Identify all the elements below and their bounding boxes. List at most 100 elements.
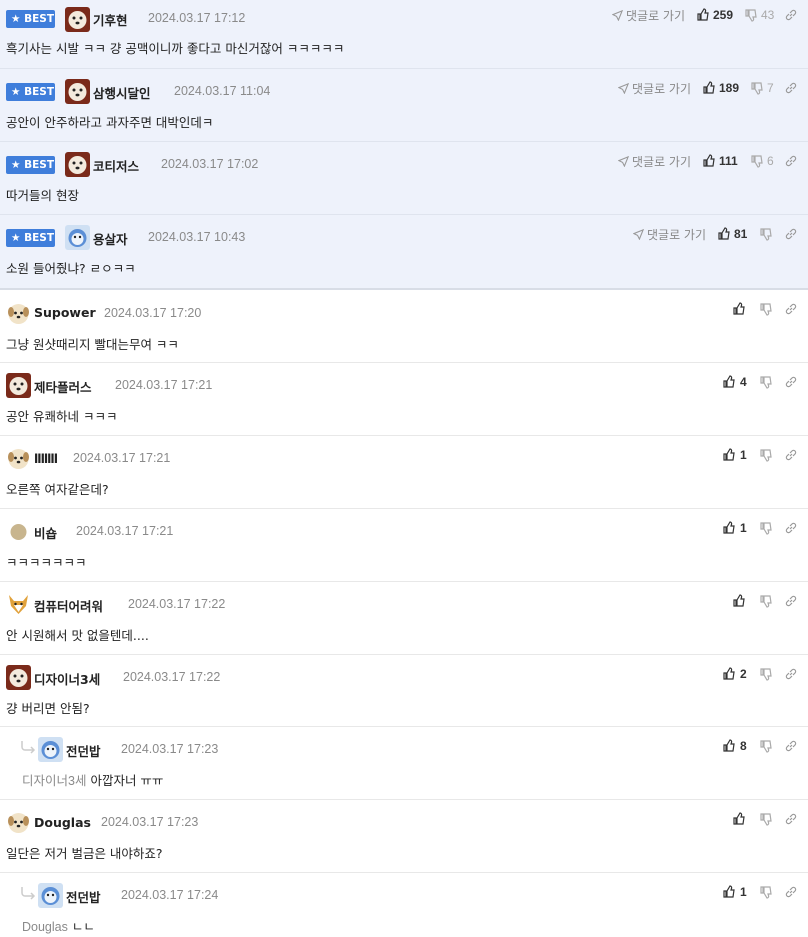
comment-author[interactable]: 코티저스 <box>93 156 139 175</box>
thumbs-up-icon[interactable] <box>722 739 736 753</box>
best-badge: ★ BEST <box>6 10 55 28</box>
like-count: 111 <box>719 154 738 168</box>
thumbs-up-icon[interactable] <box>722 375 736 389</box>
reply-comment: 전던밥 2024.03.17 17:23 8 디자이너3세 아깝자너 ㅠㅠ <box>0 727 808 800</box>
comment-author[interactable]: 비숍 <box>34 523 57 542</box>
thumbs-up-icon[interactable] <box>696 8 710 22</box>
comment-date: 2024.03.17 17:21 <box>73 451 171 465</box>
comment-date: 2024.03.17 11:04 <box>174 84 271 98</box>
like-count: 259 <box>713 8 734 22</box>
puppy-red-avatar <box>65 79 90 104</box>
comment: Supower 2024.03.17 17:20 그냥 원샷때리지 빨대는무여 … <box>0 290 808 363</box>
comment-author[interactable]: 삼행시달인 <box>93 83 151 102</box>
thumbs-up-icon[interactable] <box>717 227 731 241</box>
comment-text: 오른쪽 여자같은데? <box>6 482 109 497</box>
thumbs-down-icon[interactable] <box>759 594 773 608</box>
thumbs-down-icon[interactable] <box>759 302 773 316</box>
bear-blue-avatar <box>38 883 63 908</box>
link-icon[interactable] <box>784 667 798 681</box>
comment-author[interactable]: lllllll <box>34 451 58 466</box>
like-count: 81 <box>734 227 748 241</box>
comment-text: 걍 버리면 안됨? <box>6 701 90 716</box>
thumbs-down-icon[interactable] <box>759 885 773 899</box>
link-icon[interactable] <box>784 302 798 316</box>
link-icon[interactable] <box>784 521 798 535</box>
thumbs-down-icon[interactable] <box>750 154 764 168</box>
best-comment: ★ BEST 기후현 2024.03.17 17:12 댓글로 가기 259 4… <box>0 0 808 69</box>
goto-reply-link[interactable]: 댓글로 가기 <box>612 7 685 24</box>
comment-author[interactable]: 전던밥 <box>66 741 101 760</box>
comment-text: 따거들의 현장 <box>6 188 79 203</box>
comment-author[interactable]: Douglas <box>34 815 91 830</box>
thumbs-down-icon[interactable] <box>750 81 764 95</box>
comment-text: 흑기사는 시발 ㅋㅋ 걍 공맥이니까 좋다고 마신거잖어 ㅋㅋㅋㅋㅋ <box>6 41 345 56</box>
thumbs-up-icon[interactable] <box>722 448 736 462</box>
reply-arrow-icon <box>21 741 36 754</box>
comment-author[interactable]: 디자이너3세 <box>34 669 100 688</box>
thumbs-up-icon[interactable] <box>722 667 736 681</box>
thumbs-down-icon[interactable] <box>759 739 773 753</box>
link-icon[interactable] <box>784 154 798 168</box>
comment-author[interactable]: 컴퓨터어려워 <box>34 596 103 615</box>
goto-reply-link[interactable]: 댓글로 가기 <box>633 226 706 243</box>
comment-date: 2024.03.17 17:23 <box>121 742 219 756</box>
like-count: 4 <box>740 375 747 389</box>
puppy-red-avatar <box>65 152 90 177</box>
reply-mention[interactable]: Douglas <box>22 920 68 934</box>
like-count: 1 <box>740 521 747 535</box>
thumbs-down-icon[interactable] <box>744 8 758 22</box>
thumbs-up-icon[interactable] <box>722 521 736 535</box>
thumbs-up-icon[interactable] <box>702 154 716 168</box>
thumbs-up-icon[interactable] <box>722 885 736 899</box>
reply-text: ㄴㄴ <box>71 919 95 934</box>
comment: Douglas 2024.03.17 17:23 일단은 저거 벌금은 내야하죠… <box>0 800 808 873</box>
best-badge: ★ BEST <box>6 156 55 174</box>
dislike-count: 7 <box>767 81 774 95</box>
comment-author[interactable]: Supower <box>34 305 96 320</box>
best-comment: ★ BEST 삼행시달인 2024.03.17 11:04 댓글로 가기 189… <box>0 69 808 142</box>
comment-author[interactable]: 제타플러스 <box>34 377 92 396</box>
link-icon[interactable] <box>784 739 798 753</box>
thumbs-down-icon[interactable] <box>759 667 773 681</box>
comment-date: 2024.03.17 17:21 <box>76 524 174 538</box>
comment-author[interactable]: 전던밥 <box>66 887 101 906</box>
goto-reply-link[interactable]: 댓글로 가기 <box>618 80 691 97</box>
thumbs-down-icon[interactable] <box>759 812 773 826</box>
link-icon[interactable] <box>784 594 798 608</box>
link-icon[interactable] <box>784 81 798 95</box>
thumbs-up-icon[interactable] <box>702 81 716 95</box>
link-icon[interactable] <box>784 227 798 241</box>
puppy-red-avatar <box>6 373 31 398</box>
thumbs-down-icon[interactable] <box>759 521 773 535</box>
comment-text: Douglas ㄴㄴ <box>22 916 95 935</box>
thumbs-up-icon[interactable] <box>732 302 746 316</box>
like-count: 189 <box>719 81 740 95</box>
like-count: 2 <box>740 667 747 681</box>
send-icon <box>633 229 644 240</box>
link-icon[interactable] <box>784 812 798 826</box>
dot-avatar <box>10 524 27 540</box>
link-icon[interactable] <box>784 8 798 22</box>
reply-comment: 전던밥 2024.03.17 17:24 1 Douglas ㄴㄴ <box>0 873 808 937</box>
comment-author[interactable]: 기후현 <box>93 10 128 29</box>
best-comment: ★ BEST 코티저스 2024.03.17 17:02 댓글로 가기 111 … <box>0 142 808 215</box>
thumbs-down-icon[interactable] <box>759 375 773 389</box>
goto-reply-link[interactable]: 댓글로 가기 <box>618 153 691 170</box>
send-icon <box>612 10 623 21</box>
reply-text: 아깝자너 ㅠㅠ <box>90 773 164 788</box>
link-icon[interactable] <box>784 448 798 462</box>
thumbs-down-icon[interactable] <box>759 448 773 462</box>
reply-arrow-icon <box>21 887 36 900</box>
thumbs-up-icon[interactable] <box>732 812 746 826</box>
comment-text: 공안 유쾌하네 ㅋㅋㅋ <box>6 409 118 424</box>
link-icon[interactable] <box>784 885 798 899</box>
send-icon <box>618 83 629 94</box>
comment: 디자이너3세 2024.03.17 17:22 2 걍 버리면 안됨? <box>0 655 808 727</box>
thumbs-down-icon[interactable] <box>759 227 773 241</box>
link-icon[interactable] <box>784 375 798 389</box>
like-count: 1 <box>740 885 747 899</box>
reply-mention[interactable]: 디자이너3세 <box>22 774 86 788</box>
comment-author[interactable]: 용살자 <box>93 229 128 248</box>
thumbs-up-icon[interactable] <box>732 594 746 608</box>
puppy-avatar <box>8 304 29 324</box>
